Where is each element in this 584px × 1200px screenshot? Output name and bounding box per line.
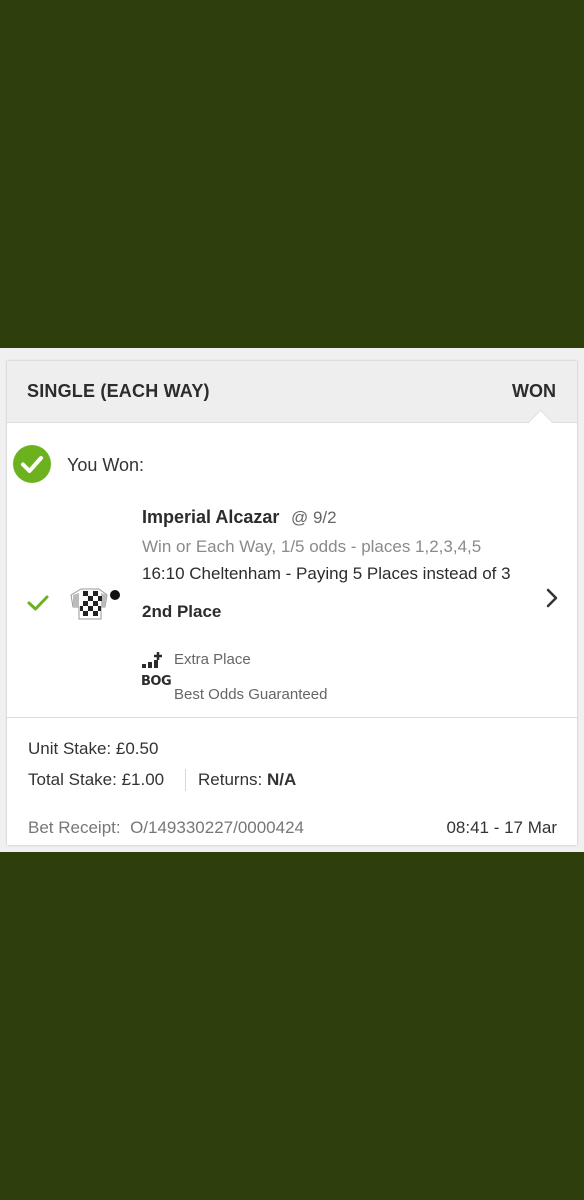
returns-value: N/A bbox=[266, 770, 297, 789]
receipt-number: O/149330227/0000424 bbox=[130, 818, 305, 837]
total-stake-value: £1.00 bbox=[121, 770, 165, 789]
unit-stake-label: Unit Stake: bbox=[28, 739, 112, 758]
market-description: Win or Each Way, 1/5 odds - places 1,2,3… bbox=[142, 537, 482, 556]
divider bbox=[7, 717, 577, 718]
event-description: 16:10 Cheltenham - Paying 5 Places inste… bbox=[142, 564, 511, 583]
bet-history-panel: SINGLE (EACH WAY) WON You Won: Imperial … bbox=[0, 348, 584, 852]
chevron-right-icon[interactable] bbox=[545, 587, 559, 614]
result-position: 2nd Place bbox=[142, 602, 222, 621]
won-check-icon bbox=[13, 445, 51, 483]
returns-row: Returns: N/A bbox=[198, 770, 296, 790]
bet-status-badge: WON bbox=[512, 381, 556, 401]
extra-place-icon bbox=[142, 651, 164, 676]
bet-receipt: Bet Receipt: O/149330227/0000424 bbox=[28, 818, 304, 838]
leg-check-icon bbox=[26, 593, 50, 618]
selection-name: Imperial Alcazar bbox=[142, 507, 280, 527]
selection-odds: @ 9/2 bbox=[291, 508, 337, 527]
jockey-silks-icon bbox=[69, 581, 125, 630]
returns-label: Returns: bbox=[198, 770, 263, 789]
receipt-label: Bet Receipt: bbox=[28, 818, 121, 837]
bet-timestamp: 08:41 - 17 Mar bbox=[446, 818, 557, 837]
bog-icon: BOG bbox=[141, 674, 172, 689]
summary-separator bbox=[185, 769, 186, 791]
bet-card-header: SINGLE (EACH WAY) WON bbox=[7, 361, 577, 423]
bog-label: Best Odds Guaranteed bbox=[174, 686, 328, 703]
unit-stake-value: £0.50 bbox=[115, 739, 159, 758]
total-stake-row: Total Stake: £1.00 bbox=[28, 770, 164, 790]
unit-stake-row: Unit Stake: £0.50 bbox=[28, 739, 158, 759]
bet-type-label: SINGLE (EACH WAY) bbox=[27, 381, 210, 401]
won-message: You Won: bbox=[67, 455, 145, 475]
bet-card[interactable]: SINGLE (EACH WAY) WON You Won: Imperial … bbox=[7, 361, 577, 845]
extra-place-label: Extra Place bbox=[174, 651, 251, 668]
total-stake-label: Total Stake: bbox=[28, 770, 117, 789]
